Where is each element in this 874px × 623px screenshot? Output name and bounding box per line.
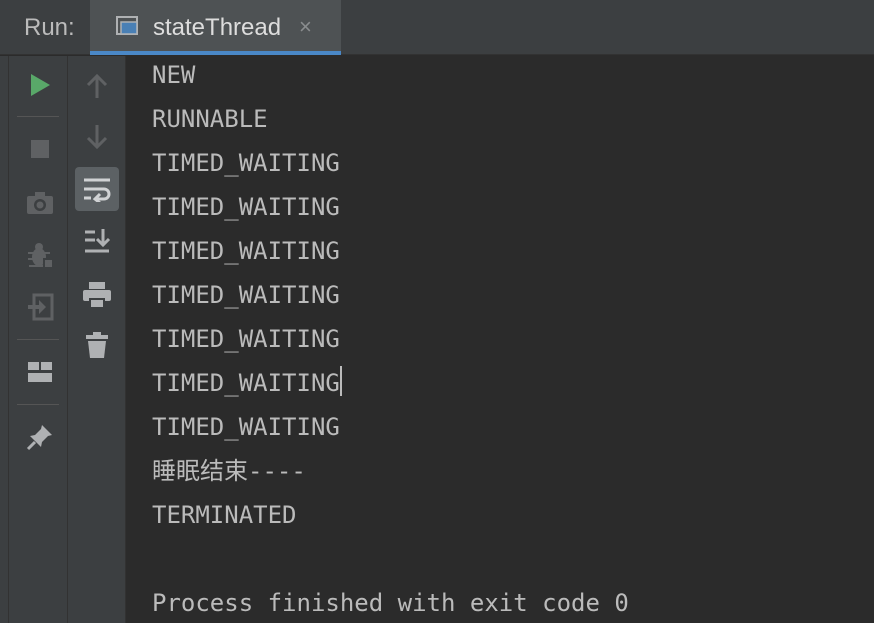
console-line: TIMED_WAITING bbox=[152, 193, 340, 221]
stop-icon bbox=[31, 140, 49, 158]
run-label: Run: bbox=[24, 14, 75, 41]
left-toolbar bbox=[8, 56, 68, 623]
console-line: RUNNABLE bbox=[152, 105, 268, 133]
console-line: TERMINATED bbox=[152, 501, 297, 529]
clear-all-button[interactable] bbox=[75, 323, 119, 367]
scroll-to-end-button[interactable] bbox=[75, 219, 119, 263]
run-tool-window-header: Run: stateThread × bbox=[0, 0, 874, 55]
toolbar-separator bbox=[17, 339, 59, 340]
console-line: TIMED_WAITING bbox=[152, 325, 340, 353]
exit-icon bbox=[28, 293, 54, 321]
play-icon bbox=[31, 74, 50, 96]
rerun-button[interactable] bbox=[18, 63, 62, 107]
toolbar-separator bbox=[17, 116, 59, 117]
console-line: Process finished with exit code 0 bbox=[152, 589, 629, 617]
arrow-up-icon bbox=[86, 73, 108, 98]
pin-tab-button[interactable] bbox=[18, 415, 62, 459]
tab-state-thread[interactable]: stateThread × bbox=[90, 0, 341, 55]
console-line: 睡眠结束---- bbox=[152, 457, 306, 485]
camera-icon bbox=[27, 192, 53, 214]
console-line: TIMED_WAITING bbox=[152, 237, 340, 265]
active-tab-indicator bbox=[90, 51, 341, 55]
bug-icon bbox=[28, 243, 53, 268]
print-button[interactable] bbox=[75, 273, 119, 317]
exit-button[interactable] bbox=[18, 285, 62, 329]
arrow-down-icon bbox=[86, 125, 108, 150]
pin-icon bbox=[26, 425, 52, 451]
console-line: TIMED_WAITING bbox=[152, 413, 340, 441]
console-toolbar bbox=[68, 56, 126, 623]
tab-title: stateThread bbox=[153, 14, 282, 41]
debug-button[interactable] bbox=[18, 233, 62, 277]
close-icon[interactable]: × bbox=[299, 14, 312, 40]
down-stack-trace-button[interactable] bbox=[75, 115, 119, 159]
up-stack-trace-button[interactable] bbox=[75, 64, 119, 108]
soft-wrap-icon bbox=[84, 178, 111, 202]
window-edge bbox=[0, 56, 8, 623]
layout-button[interactable] bbox=[18, 350, 62, 394]
soft-wrap-button[interactable] bbox=[75, 167, 119, 211]
scroll-to-end-icon bbox=[85, 229, 111, 253]
stop-button[interactable] bbox=[18, 127, 62, 171]
console-line: TIMED_WAITING bbox=[152, 281, 340, 309]
text-cursor bbox=[339, 366, 342, 396]
console-line: TIMED_WAITING bbox=[152, 149, 340, 177]
console-line: NEW bbox=[152, 61, 196, 89]
console-line: TIMED_WAITING bbox=[152, 366, 852, 410]
toolbar-separator bbox=[17, 404, 59, 405]
trash-icon bbox=[86, 332, 108, 358]
console-output[interactable]: NEW RUNNABLE TIMED_WAITING TIMED_WAITING… bbox=[152, 58, 852, 623]
printer-icon bbox=[83, 282, 111, 308]
console-line-text: TIMED_WAITING bbox=[152, 369, 340, 397]
dump-threads-button[interactable] bbox=[18, 181, 62, 225]
console-window-icon bbox=[116, 16, 140, 38]
layout-icon bbox=[28, 362, 52, 382]
